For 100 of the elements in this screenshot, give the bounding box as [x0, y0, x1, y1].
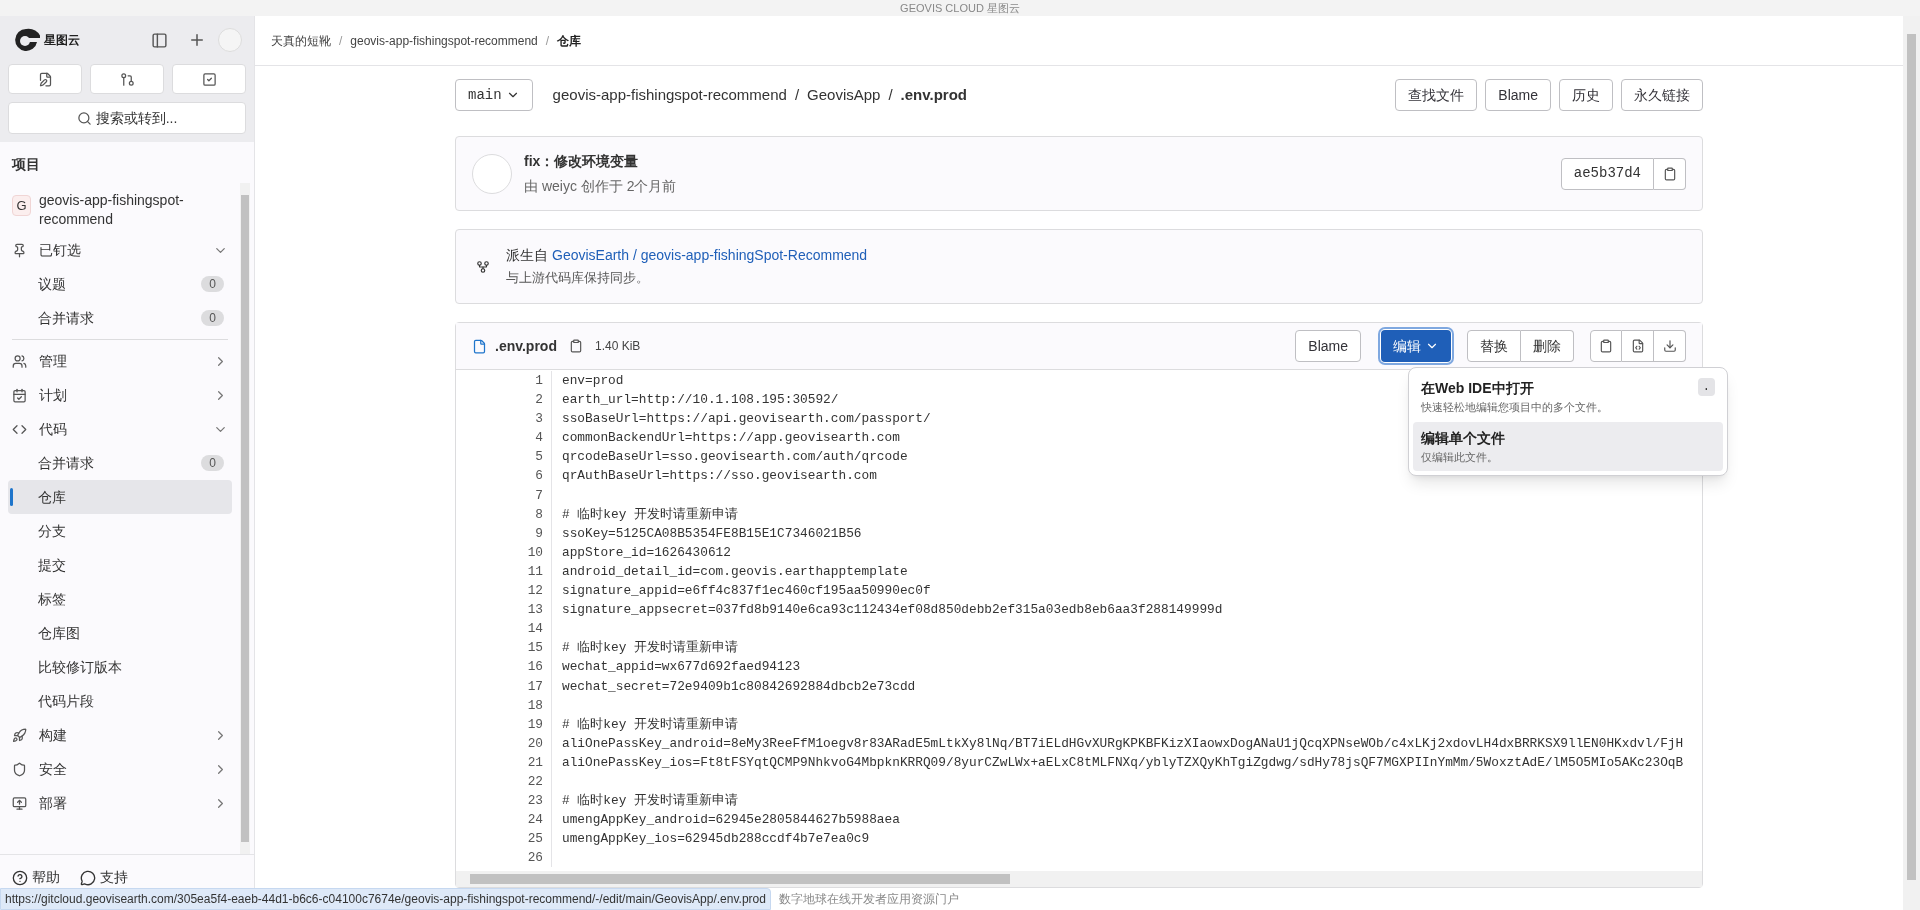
- nav-item[interactable]: 构建: [8, 718, 232, 752]
- nav-item[interactable]: 部署: [8, 786, 232, 820]
- commit-meta: 由 weiyc 创作于 2个月前: [524, 176, 677, 196]
- copy-icon[interactable]: [568, 339, 583, 353]
- rocket-icon: [12, 727, 27, 743]
- issues-button[interactable]: [8, 64, 82, 94]
- line-number: 17: [527, 677, 543, 696]
- nav-subitem[interactable]: 提交: [8, 548, 232, 582]
- line-number: 3: [535, 410, 543, 429]
- nav-item[interactable]: 已钉选: [8, 233, 232, 267]
- code-line: earth_url=http://10.1.108.195:30592/: [562, 391, 839, 410]
- menu-item[interactable]: 在Web IDE中打开 快速轻松地编辑您项目中的多个文件。 .: [1413, 372, 1723, 422]
- line-number: 9: [535, 524, 543, 543]
- copy-button[interactable]: [1654, 157, 1686, 190]
- footer-text: 数字地球在线开发者应用资源门户: [778, 891, 959, 908]
- code-line: # 临时key 开发时请重新申请: [562, 639, 739, 658]
- toolbar-button[interactable]: 永久链接: [1621, 79, 1703, 111]
- pull-request-icon: [119, 71, 135, 87]
- code-line: # 临时key 开发时请重新申请: [562, 505, 739, 524]
- icon-button[interactable]: [1654, 330, 1686, 362]
- support-link[interactable]: 支持: [80, 867, 128, 888]
- nav-subitem[interactable]: 比较修订版本: [8, 650, 232, 684]
- fork-label: 派生自: [506, 246, 548, 266]
- project-item[interactable]: G geovis-app-fishingspot-recommend: [8, 187, 232, 233]
- nav-item[interactable]: 管理: [8, 344, 232, 378]
- menu-item[interactable]: 编辑单个文件 仅编辑此文件。: [1413, 421, 1723, 471]
- file-name: .env.prod: [495, 336, 557, 356]
- blame-button[interactable]: Blame: [1295, 330, 1361, 362]
- toolbar-button[interactable]: 历史: [1559, 79, 1613, 111]
- window-title: GEOVIS CLOUD 星图云: [0, 0, 1920, 16]
- help-link[interactable]: 帮助: [12, 867, 60, 888]
- search-icon: [76, 110, 92, 126]
- merge-requests-button[interactable]: [90, 64, 164, 94]
- line-number: 6: [535, 467, 543, 486]
- line-number: 26: [527, 849, 543, 868]
- count-badge: 0: [201, 455, 224, 471]
- nav-item[interactable]: 安全: [8, 752, 232, 786]
- fork-icon: [476, 259, 490, 274]
- code-line: ssoKey=5125CA08B5354FE8B15E1C7346021B56: [562, 524, 862, 543]
- nav-subitem[interactable]: 合并请求 0: [8, 446, 232, 480]
- file-action-button[interactable]: 删除: [1521, 330, 1574, 362]
- nav-item[interactable]: 计划: [8, 378, 232, 412]
- nav-subitem[interactable]: 议题 0: [8, 267, 232, 301]
- file-action-button[interactable]: 替换: [1467, 330, 1521, 362]
- clipboard-icon: [1662, 166, 1677, 181]
- line-number: 15: [527, 639, 543, 658]
- shortcut-key: .: [1697, 378, 1715, 396]
- nav-item[interactable]: 代码: [8, 412, 232, 446]
- path-link[interactable]: .env.prod: [900, 83, 967, 107]
- breadcrumb-link[interactable]: 仓库: [557, 31, 582, 50]
- chat-icon: [80, 869, 96, 886]
- breadcrumb-separator: /: [545, 32, 550, 50]
- line-number: 13: [527, 601, 543, 620]
- fork-status: 与上游代码库保持同步。: [506, 269, 650, 288]
- code-line: umengAppKey_android=62945e2805844627b5988aea: [562, 811, 900, 830]
- toolbar-button[interactable]: 查找文件: [1395, 79, 1478, 111]
- code-line: commonBackendUrl=https://app.geovisearth.com: [562, 429, 900, 448]
- line-number: 19: [527, 715, 543, 734]
- commit-title[interactable]: fix：修改环境变量: [524, 150, 677, 172]
- line-number: 5: [535, 448, 543, 467]
- fork-link[interactable]: GeovisEarth / geovis-app-fishingSpot-Recommend: [552, 245, 868, 267]
- plus-icon[interactable]: [188, 31, 206, 49]
- icon-button[interactable]: [1590, 330, 1622, 362]
- edit-button[interactable]: 编辑: [1381, 330, 1451, 362]
- sidebar-toggle-icon[interactable]: [151, 31, 168, 49]
- path-link[interactable]: GeovisApp: [807, 83, 881, 107]
- scrollbar[interactable]: [240, 183, 250, 854]
- nav-subitem[interactable]: 仓库图: [8, 616, 232, 650]
- breadcrumb-link[interactable]: geovis-app-fishingspot-recommend: [350, 31, 538, 50]
- code-line: wechat_appid=wx677d692faed94123: [562, 658, 801, 677]
- nav-subitem[interactable]: 分支: [8, 514, 232, 548]
- line-number: 8: [535, 505, 543, 524]
- users-icon: [12, 353, 27, 369]
- code-line: appStore_id=1626430612: [562, 543, 731, 562]
- file-size: 1.40 KiB: [594, 338, 641, 355]
- breadcrumb-link[interactable]: 天真的短靴: [271, 31, 331, 50]
- nav-subitem[interactable]: 代码片段: [8, 684, 232, 718]
- path-link[interactable]: geovis-app-fishingspot-recommend: [552, 83, 787, 107]
- file-code-icon: [1630, 339, 1645, 353]
- toolbar-button[interactable]: Blame: [1485, 79, 1551, 111]
- commit-sha[interactable]: ae5b37d4: [1560, 157, 1654, 190]
- status-url: https://gitcloud.geovisearth.com/305ea5f4-eaeb-44d1-b6c6-c04100c7674e/geovis-app-fishingspot-recommend/-/edit/main/GeovisApp/.env.prod: [0, 888, 771, 910]
- todo-button[interactable]: [172, 64, 246, 94]
- file-pen-icon: [37, 71, 53, 87]
- line-number: 1: [535, 372, 543, 390]
- line-number: 18: [527, 696, 543, 715]
- file-icon: [472, 338, 487, 354]
- line-number: 11: [527, 562, 543, 581]
- logo-text: 星图云: [44, 32, 80, 49]
- search-field[interactable]: 搜索或转到...: [8, 102, 246, 134]
- branch-dropdown[interactable]: main: [455, 79, 533, 111]
- code-line: ssoBaseUrl=https://api.geovisearth.com/passport/: [562, 410, 931, 429]
- breadcrumb-separator: /: [339, 32, 343, 50]
- icon-button[interactable]: [1622, 330, 1654, 362]
- code-line: qrAuthBaseUrl=https://sso.geovisearth.com: [562, 467, 877, 486]
- nav-subitem[interactable]: 标签: [8, 582, 232, 616]
- horizontal-scrollbar[interactable]: [456, 871, 1702, 888]
- nav-subitem[interactable]: 仓库: [8, 480, 232, 514]
- nav-subitem[interactable]: 合并请求 0: [8, 301, 232, 335]
- page-scrollbar[interactable]: [1903, 16, 1920, 910]
